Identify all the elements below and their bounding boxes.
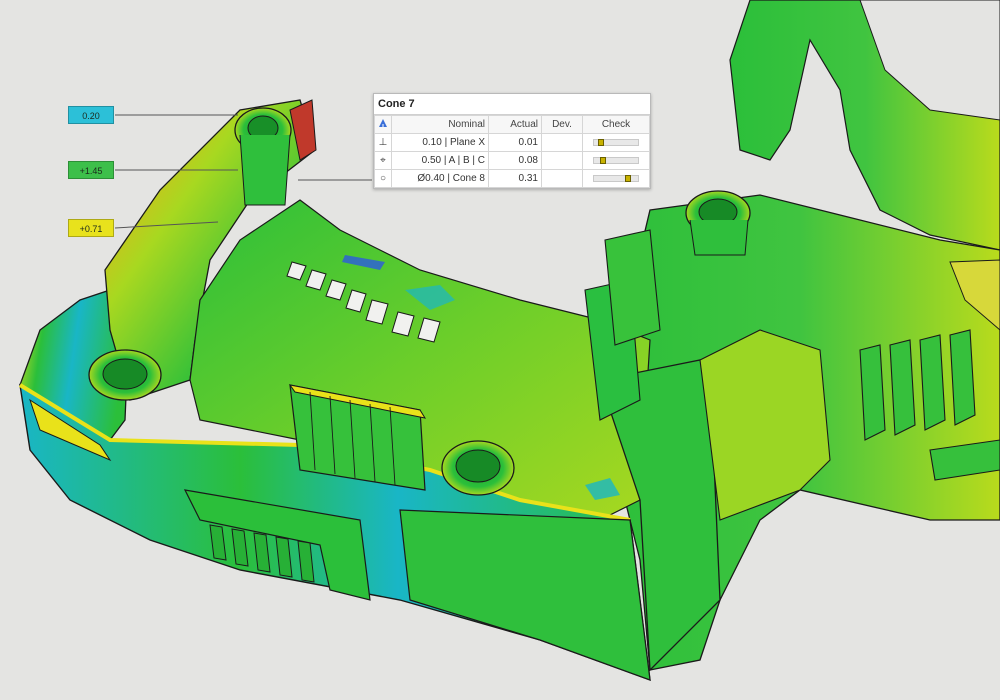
table-row[interactable]: ○ Ø0.40 | Cone 8 0.31 <box>374 169 650 188</box>
deviation-callout-2[interactable]: +1.45 <box>68 161 114 179</box>
gdt-inspection-panel[interactable]: Cone 7 Nominal Actual Dev. Check ⊥ 0.10 … <box>373 93 651 189</box>
check-marker <box>600 157 606 164</box>
check-bar <box>593 139 639 146</box>
circularity-icon: ○ <box>374 169 392 188</box>
column-nominal[interactable]: Nominal <box>391 115 489 134</box>
table-header-row: Nominal Actual Dev. Check <box>374 115 650 134</box>
panel-title: Cone 7 <box>374 94 650 115</box>
table-row[interactable]: ⌖ 0.50 | A | B | C 0.08 <box>374 151 650 170</box>
boss-right <box>685 190 751 256</box>
column-deviation[interactable]: Dev. <box>541 115 583 134</box>
position-icon: ⌖ <box>374 151 392 170</box>
nominal-cell: Ø0.40 | Cone 8 <box>391 169 489 188</box>
actual-cell: 0.01 <box>488 133 542 152</box>
check-cell <box>582 151 650 170</box>
nominal-cell: 0.10 | Plane X <box>391 133 489 152</box>
deviation-cell <box>541 133 583 152</box>
deviation-callout-3[interactable]: +0.71 <box>68 219 114 237</box>
gdt-table: Nominal Actual Dev. Check ⊥ 0.10 | Plane… <box>374 115 650 188</box>
cad-viewport[interactable]: 0.20 +1.45 +0.71 Cone 7 Nominal Actual D… <box>0 0 1000 700</box>
boss-left <box>88 349 162 401</box>
boss-center <box>441 440 515 496</box>
perpendicularity-icon: ⊥ <box>374 133 392 152</box>
nominal-cell: 0.50 | A | B | C <box>391 151 489 170</box>
column-check[interactable]: Check <box>582 115 650 134</box>
deviation-callout-1[interactable]: 0.20 <box>68 106 114 124</box>
partition-slab-2 <box>604 229 661 346</box>
table-row[interactable]: ⊥ 0.10 | Plane X 0.01 <box>374 133 650 152</box>
front-right-panel <box>399 509 651 681</box>
column-actual[interactable]: Actual <box>488 115 542 134</box>
actual-cell: 0.08 <box>488 151 542 170</box>
check-cell <box>582 169 650 188</box>
check-marker <box>598 139 604 146</box>
datum-triangle-icon <box>374 115 392 134</box>
check-marker <box>625 175 631 182</box>
check-bar <box>593 157 639 164</box>
deviation-cell <box>541 169 583 188</box>
check-cell <box>582 133 650 152</box>
deviation-cell <box>541 151 583 170</box>
check-bar <box>593 175 639 182</box>
actual-cell: 0.31 <box>488 169 542 188</box>
